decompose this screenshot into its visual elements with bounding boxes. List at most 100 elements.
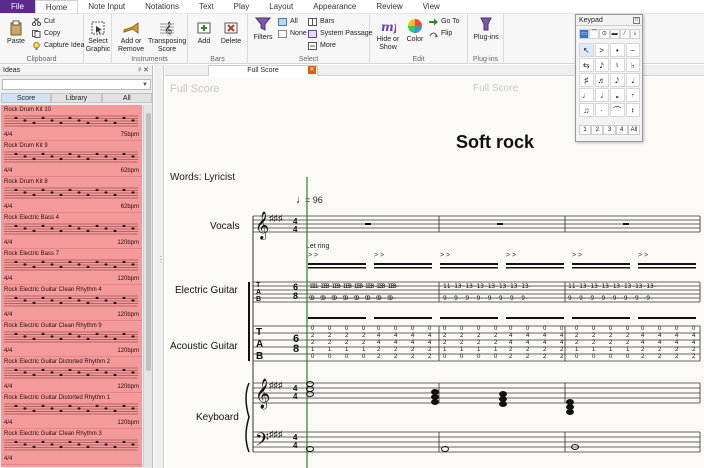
- ideas-tab-all[interactable]: All: [101, 93, 152, 103]
- add-or-remove-button[interactable]: Add or Remove: [116, 20, 146, 54]
- instrument-name-vocals[interactable]: Vocals: [210, 221, 239, 232]
- cut-button[interactable]: Cut: [32, 17, 55, 27]
- idea-time-signature: 4/4: [4, 168, 13, 174]
- panel-splitter[interactable]: ⋮: [154, 65, 165, 468]
- keypad-close-icon[interactable]: □: [633, 17, 640, 24]
- instrument-name-keyboard[interactable]: Keyboard: [196, 412, 239, 423]
- keypad-layout-button[interactable]: ▭: [579, 29, 590, 39]
- flip-button[interactable]: Flip: [429, 29, 452, 39]
- keypad-key[interactable]: >: [594, 43, 609, 57]
- keypad-layout-button[interactable]: ⁀: [589, 29, 600, 39]
- keypad-key[interactable]: ·: [594, 103, 609, 117]
- idea-preview-staff: [4, 331, 138, 343]
- select-more-button[interactable]: More: [308, 41, 336, 51]
- tempo-marking[interactable]: = 96: [305, 195, 323, 205]
- menu-note-input[interactable]: Note Input: [78, 0, 135, 13]
- keypad-key[interactable]: −: [625, 43, 640, 57]
- keypad-key[interactable]: 𝅝: [610, 88, 625, 102]
- idea-time-signature: 4/4: [4, 132, 13, 138]
- ideas-scrollbar[interactable]: [143, 105, 152, 467]
- menu-appearance[interactable]: Appearance: [303, 0, 366, 13]
- idea-item[interactable]: Rock Electric Guitar Clean Rhythm 3 4/4: [1, 429, 142, 465]
- capture-idea-button[interactable]: Capture Idea: [32, 41, 84, 51]
- hide-or-show-button[interactable]: mf Hide or Show: [374, 18, 402, 52]
- menu-layout[interactable]: Layout: [259, 0, 303, 13]
- menu-play[interactable]: Play: [224, 0, 260, 13]
- menu-file[interactable]: File: [0, 0, 35, 13]
- keypad-key[interactable]: 𝅘𝅥: [625, 73, 640, 87]
- funnel-icon: [255, 17, 271, 31]
- score-title[interactable]: Soft rock: [456, 132, 535, 152]
- keypad-key[interactable]: ♯: [579, 73, 594, 87]
- color-button[interactable]: Color: [404, 18, 426, 44]
- keypad-layout-button[interactable]: ⊙: [599, 29, 610, 39]
- keypad-layout-button[interactable]: ▬: [609, 29, 620, 39]
- tab-full-score[interactable]: Full Score: [208, 65, 318, 76]
- ideas-tab-score[interactable]: Score: [1, 93, 52, 103]
- idea-item[interactable]: Rock Electric Guitar Distorted Rhythm 1 4…: [1, 393, 142, 429]
- keypad-layout-button[interactable]: ♭: [629, 29, 641, 39]
- copy-button[interactable]: Copy: [32, 29, 60, 39]
- menu-view[interactable]: View: [413, 0, 450, 13]
- add-bars-button[interactable]: Add: [192, 20, 216, 46]
- paste-button[interactable]: Paste: [4, 20, 28, 46]
- idea-item[interactable]: Rock Electric Guitar Distorted Rhythm 2 4…: [1, 357, 142, 393]
- keypad-key[interactable]: •: [610, 43, 625, 57]
- idea-item[interactable]: Rock Electric Bass 7 4/4 120bpm: [1, 249, 142, 285]
- tab-fret-number: 2: [509, 354, 513, 360]
- tab-fret-number: 1: [494, 347, 498, 353]
- keypad-key[interactable]: ♩: [579, 88, 594, 102]
- keypad-key[interactable]: 𝅗𝅥: [594, 88, 609, 102]
- idea-item[interactable]: Rock Electric Guitar Clean Rhythm 9 4/4 12…: [1, 321, 142, 357]
- delete-bars-button[interactable]: Delete: [218, 20, 244, 46]
- keypad-key[interactable]: 𝄽: [625, 103, 640, 117]
- select-graphic-button[interactable]: Select Graphic: [84, 20, 112, 54]
- menu-review[interactable]: Review: [366, 0, 412, 13]
- keypad-key[interactable]: ♬: [594, 73, 609, 87]
- select-none-button[interactable]: None: [278, 29, 307, 39]
- ideas-panel: Ideas ᵖ ✕ ▼ Score Library All Rock Drum …: [0, 65, 153, 468]
- close-tab-icon[interactable]: ✕: [308, 66, 316, 74]
- ideas-filter-dropdown[interactable]: ▼: [2, 79, 151, 90]
- keypad-key[interactable]: 𝅘𝅥𝅮: [610, 73, 625, 87]
- idea-item[interactable]: Rock Electric Bass 4 4/4 120bpm: [1, 213, 142, 249]
- keypad-voice-button[interactable]: 2: [591, 125, 604, 135]
- go-to-button[interactable]: Go To: [429, 17, 460, 27]
- plugins-button[interactable]: Plug-ins: [470, 16, 502, 42]
- idea-item[interactable]: Rock Drum Kit 10 4/4 75bpm: [1, 105, 142, 141]
- menu-text[interactable]: Text: [189, 0, 224, 13]
- idea-item[interactable]: Rock Electric Guitar Clean Rhythm 4 4/4 12…: [1, 285, 142, 321]
- keypad-key[interactable]: ⌒: [610, 103, 625, 117]
- idea-item[interactable]: Rock Drum Kit 8 4/4 62bpm: [1, 177, 142, 213]
- idea-item[interactable]: Rock Drum Kit 9 4/4 62bpm: [1, 141, 142, 177]
- keypad-key[interactable]: ♫: [579, 103, 594, 117]
- lyricist-text[interactable]: Words: Lyricist: [170, 172, 235, 183]
- keypad-key[interactable]: ⇆: [579, 58, 594, 72]
- ideas-scrollbar-thumb[interactable]: [146, 113, 151, 371]
- transposing-score-button[interactable]: 𝄞 Transposing Score: [148, 20, 186, 54]
- score-notation[interactable]: 𝄞𝄞𝄢TTAABB♯♯♯♯♯♯♯♯♯4444446868> > > > > > > >…: [245, 177, 701, 468]
- keypad-voice-button[interactable]: 1: [579, 125, 592, 135]
- keypad-key[interactable]: 𝅘𝅥𝅯: [594, 58, 609, 72]
- panel-controls[interactable]: ᵖ ✕: [139, 65, 149, 76]
- keypad-voice-button[interactable]: All: [627, 125, 641, 135]
- tab-fret-number: 0: [526, 326, 530, 332]
- menu-home[interactable]: Home: [34, 0, 79, 13]
- keypad-key[interactable]: ♭: [625, 58, 640, 72]
- keypad-voice-button[interactable]: 4: [615, 125, 628, 135]
- select-bars-button[interactable]: Bars: [308, 17, 334, 27]
- instrument-name-electric-guitar[interactable]: Electric Guitar: [175, 285, 238, 296]
- ideas-tab-library[interactable]: Library: [51, 93, 102, 103]
- filters-button[interactable]: Filters: [250, 16, 276, 42]
- keypad-key[interactable]: 𝄾: [625, 88, 640, 102]
- idea-preview-staff: [4, 295, 138, 307]
- system-passage-button[interactable]: System Passage: [308, 29, 373, 39]
- menu-notations[interactable]: Notations: [135, 0, 189, 13]
- keypad-key[interactable]: ♮: [610, 58, 625, 72]
- keypad-layout-button[interactable]: ⁄: [619, 29, 630, 39]
- keypad-key[interactable]: ↖: [579, 43, 594, 57]
- let-ring-text[interactable]: Let ring: [306, 243, 329, 250]
- select-all-button[interactable]: All: [278, 17, 298, 27]
- instrument-name-acoustic-guitar[interactable]: Acoustic Guitar: [170, 341, 238, 352]
- keypad-voice-button[interactable]: 3: [603, 125, 616, 135]
